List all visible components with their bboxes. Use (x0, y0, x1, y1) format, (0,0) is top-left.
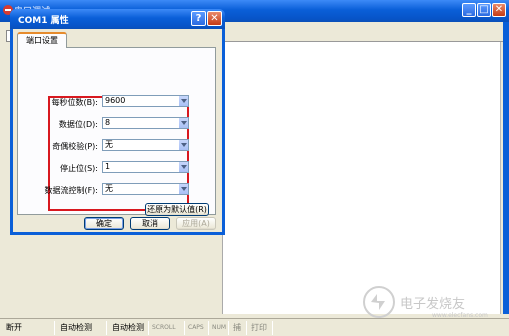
dialog-title: COM1 属性 (18, 16, 69, 26)
status-capture: 捕 (233, 323, 241, 332)
status-separator (208, 321, 209, 335)
status-caps: CAPS (188, 324, 204, 331)
window-frame-right (503, 22, 509, 322)
status-scroll: SCROLL (152, 324, 176, 331)
dialog-body: 每秒位数(B): 9600 数据位(D): 8 奇偶校验(P): 无 停止位(S… (13, 29, 222, 232)
data-bits-value: 8 (105, 118, 111, 127)
chevron-down-icon[interactable] (178, 140, 188, 150)
status-separator (272, 321, 273, 335)
watermark-text: 电子发烧友 (400, 297, 466, 312)
status-detect-2: 自动检测 (112, 323, 144, 332)
tab-port-settings[interactable]: 端口设置 (17, 32, 67, 48)
tab-panel: 每秒位数(B): 9600 数据位(D): 8 奇偶校验(P): 无 停止位(S… (17, 47, 216, 216)
status-detect-1: 自动检测 (60, 323, 92, 332)
help-button[interactable]: ? (191, 11, 206, 26)
baud-rate-label: 每秒位数(B): (51, 98, 98, 107)
minimize-button[interactable]: _ (462, 3, 476, 17)
status-separator (148, 321, 149, 335)
close-button[interactable]: ✕ (492, 3, 506, 17)
chevron-down-icon[interactable] (178, 184, 188, 194)
flow-control-value: 无 (105, 184, 113, 193)
status-num: NUM (212, 324, 227, 331)
terminal-area[interactable] (222, 42, 502, 314)
dialog-titlebar[interactable]: COM1 属性 ? ✕ (10, 9, 225, 29)
status-separator (106, 321, 107, 335)
maximize-button[interactable]: □ (477, 3, 491, 17)
chevron-down-icon[interactable] (178, 118, 188, 128)
status-print: 打印 (251, 323, 267, 332)
flow-control-select[interactable]: 无 (102, 183, 189, 195)
dialog-close-button[interactable]: ✕ (207, 11, 222, 26)
flow-control-label: 数据流控制(F): (44, 186, 98, 195)
apply-button[interactable]: 应用(A) (176, 217, 216, 230)
chevron-down-icon[interactable] (178, 96, 188, 106)
parity-label: 奇偶校验(P): (52, 142, 98, 151)
ok-button[interactable]: 确定 (84, 217, 124, 230)
status-connection: 断开 (6, 323, 22, 332)
data-bits-label: 数据位(D): (58, 120, 98, 129)
stop-bits-value: 1 (105, 162, 111, 171)
com-properties-dialog: COM1 属性 ? ✕ 每秒位数(B): 9600 数据位(D): 8 奇偶校验… (10, 9, 225, 235)
stop-bits-select[interactable]: 1 (102, 161, 189, 173)
parity-value: 无 (105, 140, 113, 149)
status-separator (54, 321, 55, 335)
restore-defaults-button[interactable]: 还原为默认值(R) (145, 203, 209, 216)
status-separator (228, 321, 229, 335)
status-separator (246, 321, 247, 335)
baud-rate-value: 9600 (105, 96, 126, 105)
cancel-button[interactable]: 取消 (130, 217, 170, 230)
parity-select[interactable]: 无 (102, 139, 189, 151)
watermark-url: www.elecfans.com (432, 312, 488, 319)
stop-bits-label: 停止位(S): (59, 164, 98, 173)
status-separator (184, 321, 185, 335)
data-bits-select[interactable]: 8 (102, 117, 189, 129)
chevron-down-icon[interactable] (178, 162, 188, 172)
baud-rate-select[interactable]: 9600 (102, 95, 189, 107)
